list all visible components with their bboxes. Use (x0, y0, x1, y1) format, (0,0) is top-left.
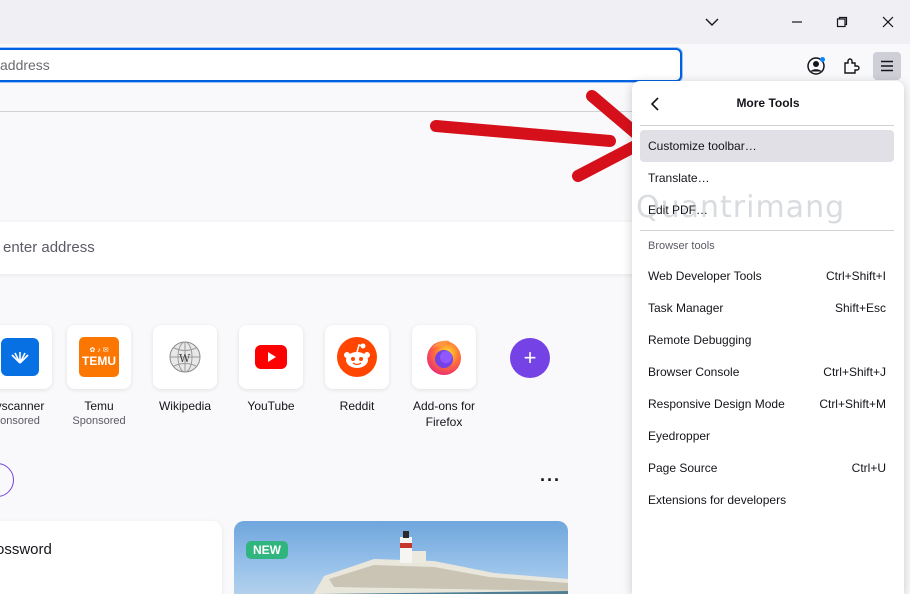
shortcut-label: Temu (84, 399, 114, 413)
menu-item-label: Customize toolbar… (648, 139, 757, 153)
menu-item-task-manager[interactable]: Task Manager Shift+Esc (640, 292, 894, 324)
reddit-logo-icon (337, 337, 377, 377)
more-options-button[interactable]: ··· (540, 470, 561, 491)
menu-item-label: Eyedropper (648, 429, 711, 443)
watermark-text: Quantrimang (636, 190, 846, 225)
account-icon (807, 57, 825, 75)
story-card[interactable]: NEW (234, 521, 568, 594)
temu-logo-icon: ✿ ♪ ✉ TEMU (79, 337, 119, 377)
extensions-button[interactable] (837, 52, 865, 80)
shortcut-label: Reddit (339, 399, 375, 413)
menu-item-responsive-design-mode[interactable]: Responsive Design Mode Ctrl+Shift+M (640, 388, 894, 420)
menu-item-label: Extensions for developers (648, 493, 787, 507)
menu-item-shortcut: Shift+Esc (834, 301, 886, 315)
shortcut-sponsored-label: onsored (0, 415, 40, 427)
newtab-search-placeholder: enter address (3, 239, 95, 256)
menu-item-remote-debugging[interactable]: Remote Debugging (640, 324, 894, 356)
shortcut-label: Wikipedia (158, 399, 212, 413)
menu-item-label: Web Developer Tools (648, 269, 762, 283)
newtab-search-box[interactable]: enter address (0, 222, 640, 274)
minimize-button[interactable] (775, 0, 819, 44)
shortcut-tile: W (153, 325, 217, 389)
menu-item-label: Responsive Design Mode (648, 397, 785, 411)
chevron-down-icon (705, 18, 719, 26)
puzzle-icon (844, 58, 860, 74)
menu-item-shortcut: Ctrl+Shift+M (819, 397, 886, 411)
shortcut-temu[interactable]: ✿ ♪ ✉ TEMU Temu Sponsored (59, 325, 139, 428)
menu-item-extensions-for-developers[interactable]: Extensions for developers (640, 484, 894, 516)
menu-item-web-developer-tools[interactable]: Web Developer Tools Ctrl+Shift+I (640, 260, 894, 292)
shortcut-tile (0, 325, 52, 389)
card-title: ossword (0, 541, 52, 558)
shortcut-tile (412, 325, 476, 389)
menu-header: More Tools (632, 81, 904, 126)
menu-item-shortcut: Ctrl+Shift+I (825, 269, 886, 283)
shortcut-youtube[interactable]: YouTube (231, 325, 311, 414)
shortcut-addons-firefox[interactable]: Add-ons for Firefox (404, 325, 484, 430)
menu-item-label: Page Source (648, 461, 718, 475)
app-menu-button[interactable] (873, 52, 901, 80)
red-arrow-annotation (430, 90, 651, 182)
shortcut-label: yscanner (0, 399, 45, 413)
youtube-logo-icon (255, 345, 287, 369)
menu-item-shortcut: Ctrl+Shift+J (823, 365, 886, 379)
menu-item-label: Remote Debugging (648, 333, 752, 347)
hamburger-icon (881, 60, 893, 72)
address-bar[interactable]: address (0, 48, 682, 82)
shortcut-label: YouTube (247, 399, 295, 413)
menu-item-page-source[interactable]: Page Source Ctrl+U (640, 452, 894, 484)
restore-icon (836, 16, 848, 28)
navigation-toolbar: address (0, 44, 910, 86)
menu-separator (640, 125, 894, 126)
restore-button[interactable] (820, 0, 864, 44)
wikipedia-globe-icon: W (169, 341, 201, 373)
temu-logo-text: TEMU (82, 353, 116, 368)
close-icon (882, 16, 894, 28)
firefox-logo-icon (427, 340, 461, 375)
menu-item-label: Browser Console (648, 365, 740, 379)
password-card[interactable]: ossword (0, 521, 222, 594)
menu-item-browser-console[interactable]: Browser Console Ctrl+Shift+J (640, 356, 894, 388)
close-button[interactable] (866, 0, 910, 44)
menu-item-customize-toolbar[interactable]: Customize toolbar… (640, 130, 894, 162)
shortcut-label: Add-ons for Firefox (412, 399, 476, 429)
shortcut-tile (325, 325, 389, 389)
shortcut-skyscanner[interactable]: yscanner onsored (0, 325, 60, 428)
shortcut-sponsored-label: Sponsored (72, 415, 126, 427)
menu-item-label: Task Manager (648, 301, 724, 315)
title-bar (0, 0, 910, 44)
menu-title: More Tools (736, 96, 800, 110)
skyscanner-logo-icon (1, 338, 39, 376)
more-tools-panel: More Tools Customize toolbar… Translate…… (632, 81, 904, 594)
account-button[interactable] (802, 52, 830, 80)
svg-text:W: W (179, 352, 191, 365)
menu-separator (640, 230, 894, 231)
shortcut-wikipedia[interactable]: W Wikipedia (145, 325, 225, 414)
address-placeholder: address (0, 57, 50, 73)
list-all-tabs-button[interactable] (690, 0, 734, 44)
section-label-browser-tools: Browser tools (648, 240, 715, 252)
minimize-icon (792, 21, 802, 23)
menu-item-shortcut: Ctrl+U (851, 461, 886, 475)
menu-item-eyedropper[interactable]: Eyedropper (640, 420, 894, 452)
add-shortcut-button[interactable]: + (510, 338, 550, 378)
menu-item-label: Translate… (648, 171, 710, 185)
shortcut-tile: ✿ ♪ ✉ TEMU (67, 325, 131, 389)
shortcut-tile (239, 325, 303, 389)
shortcut-reddit[interactable]: Reddit (317, 325, 397, 414)
customize-circle-icon[interactable] (0, 463, 14, 497)
new-badge: NEW (246, 541, 288, 559)
